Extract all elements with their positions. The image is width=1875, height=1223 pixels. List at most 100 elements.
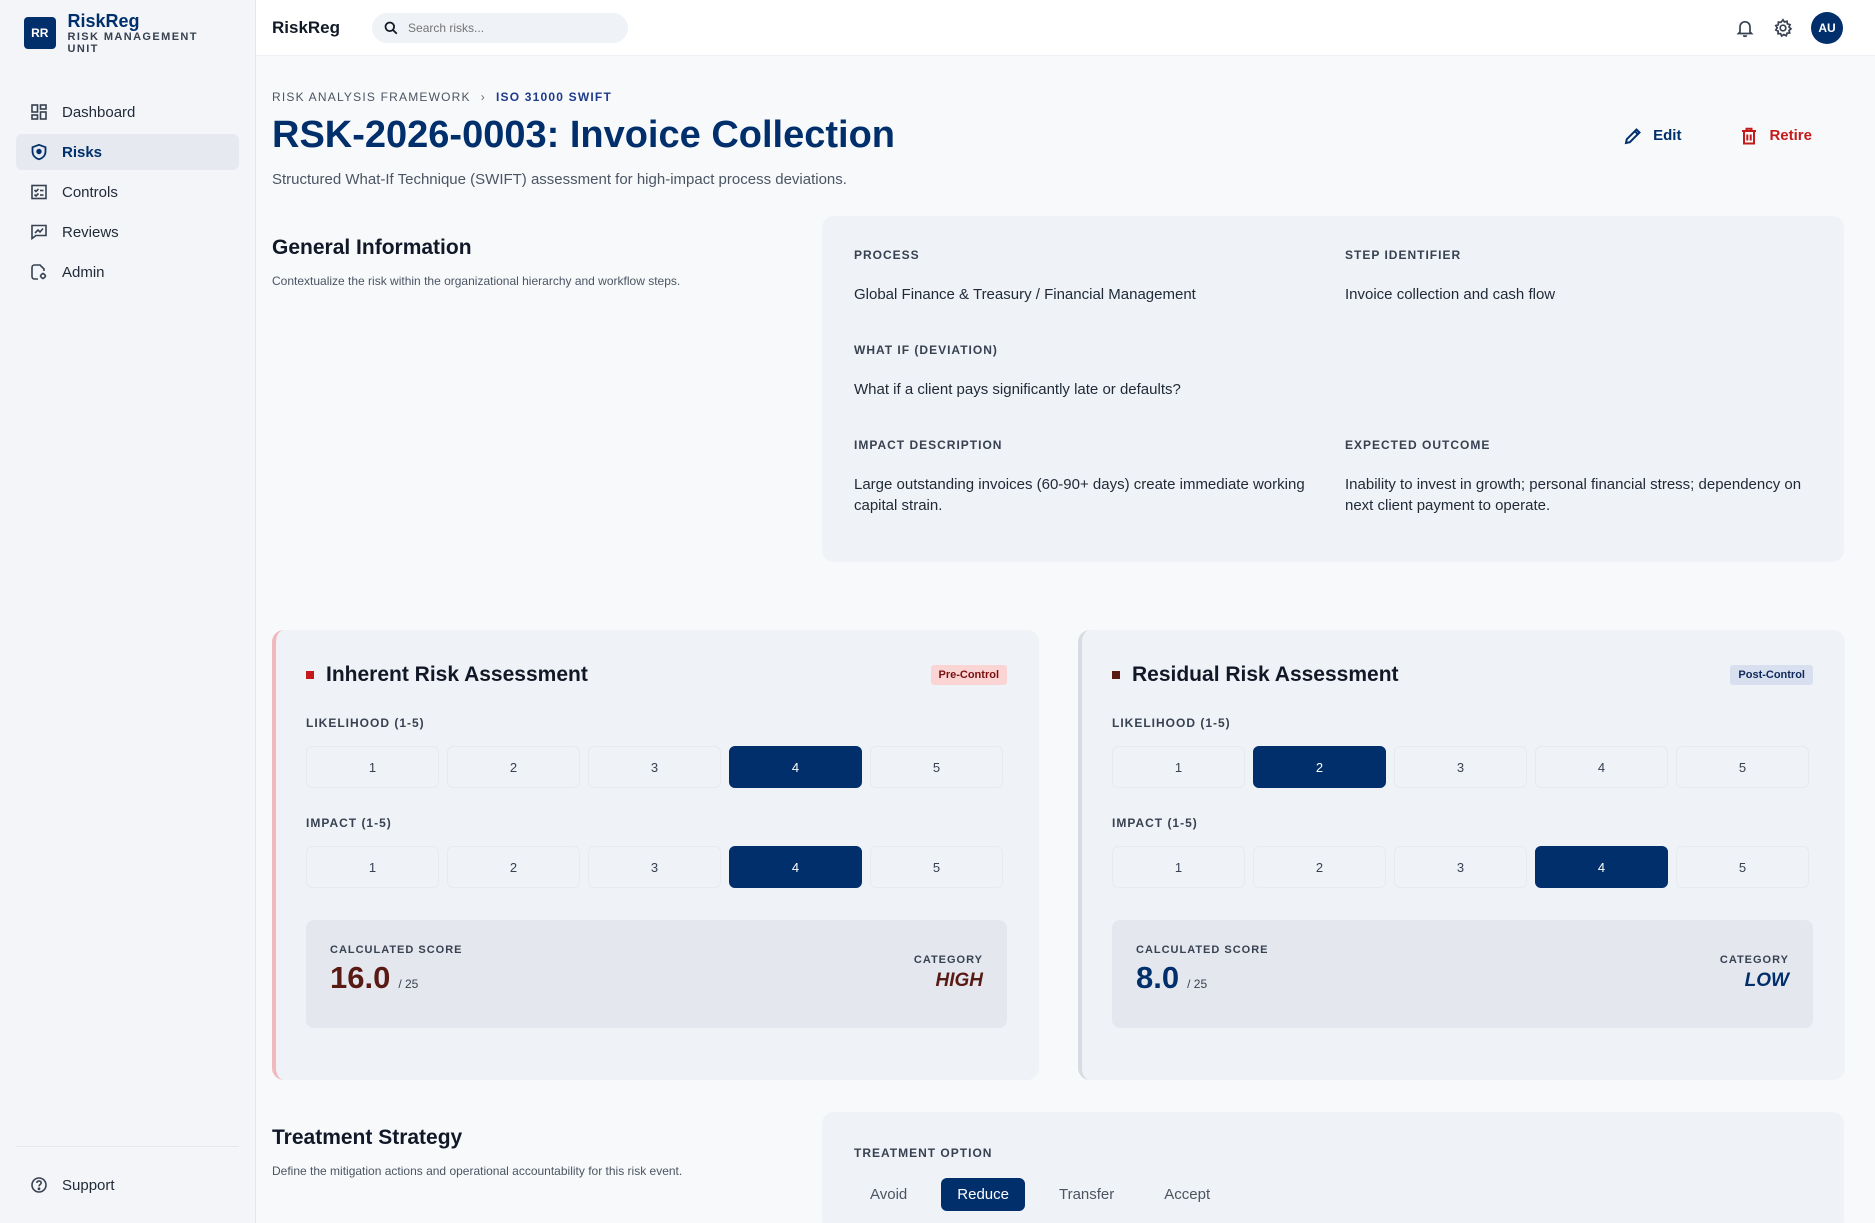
chart-review-icon [31, 224, 47, 241]
expected-outcome-value: Inability to invest in growth; personal … [1345, 476, 1802, 514]
sidebar-item-label: Support [62, 1176, 115, 1194]
shield-icon [31, 143, 47, 161]
treatment-card: TREATMENT OPTION Avoid Reduce Transfer A… [822, 1112, 1844, 1223]
page-description: Structured What-If Technique (SWIFT) ass… [272, 171, 847, 188]
treatment-option-reduce[interactable]: Reduce [941, 1178, 1025, 1211]
likelihood-option-1[interactable]: 1 [1112, 746, 1245, 788]
impact-option-3[interactable]: 3 [1394, 846, 1527, 888]
search-icon [384, 21, 398, 34]
checklist-icon [31, 184, 47, 200]
what-if-label: WHAT IF (DEVIATION) [854, 343, 998, 357]
pre-control-badge: Pre-Control [930, 665, 1007, 685]
likelihood-option-2[interactable]: 2 [1253, 746, 1386, 788]
score-max: / 25 [1187, 977, 1208, 991]
score-label: CALCULATED SCORE [1136, 944, 1269, 956]
treatment-option-transfer[interactable]: Transfer [1043, 1178, 1130, 1211]
avatar[interactable]: AU [1811, 11, 1843, 44]
inherent-score-box: CALCULATED SCORE 16.0 / 25 CATEGORY HIGH [306, 920, 1007, 1028]
residual-score-box: CALCULATED SCORE 8.0 / 25 CATEGORY LOW [1112, 920, 1813, 1028]
process-label: PROCESS [854, 248, 920, 262]
search-input[interactable] [408, 20, 609, 35]
step-identifier-label: STEP IDENTIFIER [1345, 248, 1462, 262]
impact-option-4[interactable]: 4 [1535, 846, 1668, 888]
sidebar-item-label: Reviews [62, 223, 119, 241]
brand-subtitle: RISK MANAGEMENT UNIT [67, 31, 198, 55]
impact-option-1[interactable]: 1 [1112, 846, 1245, 888]
sidebar-item-support[interactable]: Support [16, 1167, 239, 1203]
sidebar-item-admin[interactable]: Admin [16, 254, 239, 290]
status-dot [306, 671, 314, 679]
likelihood-option-5[interactable]: 5 [870, 746, 1003, 788]
page-title: RSK-2026-0003: Invoice Collection [272, 114, 895, 156]
retire-label: Retire [1769, 127, 1812, 144]
impact-option-3[interactable]: 3 [588, 846, 721, 888]
likelihood-option-5[interactable]: 5 [1676, 746, 1809, 788]
likelihood-option-4[interactable]: 4 [1535, 746, 1668, 788]
sidebar-item-dashboard[interactable]: Dashboard [16, 94, 239, 130]
treatment-options: Avoid Reduce Transfer Accept [854, 1178, 1812, 1211]
impact-description-value: Large outstanding invoices (60-90+ days)… [854, 476, 1305, 514]
dashboard-icon [31, 104, 47, 120]
breadcrumb-current: ISO 31000 SWIFT [495, 90, 612, 104]
likelihood-option-4[interactable]: 4 [729, 746, 862, 788]
main-content: RISK ANALYSIS FRAMEWORK › ISO 31000 SWIF… [272, 56, 1845, 1223]
category-label: CATEGORY [913, 954, 983, 966]
treatment-strategy-section: Treatment Strategy Define the mitigation… [272, 1112, 1844, 1223]
brand-logo: RR [24, 17, 56, 49]
impact-option-5[interactable]: 5 [870, 846, 1003, 888]
bell-icon[interactable] [1735, 18, 1755, 38]
residual-category-value: LOW [1744, 970, 1789, 991]
sidebar: RR RiskReg RISK MANAGEMENT UNIT Dashboar… [0, 0, 256, 1223]
category-label: CATEGORY [1719, 954, 1789, 966]
impact-label: IMPACT (1-5) [1112, 816, 1198, 830]
likelihood-option-2[interactable]: 2 [447, 746, 580, 788]
sidebar-item-controls[interactable]: Controls [16, 174, 239, 210]
edit-label: Edit [1653, 127, 1682, 144]
residual-score-value: 8.0 [1136, 960, 1180, 995]
brand[interactable]: RR RiskReg RISK MANAGEMENT UNIT [0, 0, 255, 66]
residual-impact-scale: 1 2 3 4 5 [1112, 846, 1813, 888]
impact-option-1[interactable]: 1 [306, 846, 439, 888]
inherent-risk-card: Inherent Risk Assessment Pre-Control LIK… [272, 630, 1039, 1080]
score-label: CALCULATED SCORE [330, 944, 463, 956]
admin-gear-icon [31, 264, 47, 280]
topbar-title: RiskReg [272, 17, 341, 37]
sidebar-item-reviews[interactable]: Reviews [16, 214, 239, 250]
what-if-value: What if a client pays significantly late… [854, 381, 1181, 398]
general-information-section: General Information Contextualize the ri… [272, 216, 1844, 562]
inherent-score-value: 16.0 [330, 960, 391, 995]
residual-risk-card: Residual Risk Assessment Post-Control LI… [1078, 630, 1845, 1080]
impact-label: IMPACT (1-5) [306, 816, 392, 830]
sidebar-item-risks[interactable]: Risks [16, 134, 239, 170]
help-circle-icon [31, 1177, 47, 1193]
inherent-impact-scale: 1 2 3 4 5 [306, 846, 1007, 888]
edit-button[interactable]: Edit [1609, 120, 1695, 152]
post-control-badge: Post-Control [1730, 665, 1813, 685]
likelihood-option-3[interactable]: 3 [588, 746, 721, 788]
likelihood-label: LIKELIHOOD (1-5) [306, 716, 425, 730]
impact-option-2[interactable]: 2 [1253, 846, 1386, 888]
sidebar-item-label: Risks [62, 143, 103, 161]
retire-button[interactable]: Retire [1725, 120, 1826, 152]
treatment-option-label: TREATMENT OPTION [854, 1146, 993, 1160]
gear-icon[interactable] [1773, 17, 1793, 38]
trash-icon [1742, 127, 1757, 144]
inherent-title: Inherent Risk Assessment [326, 663, 588, 686]
breadcrumb-parent[interactable]: RISK ANALYSIS FRAMEWORK [272, 90, 471, 104]
treatment-option-accept[interactable]: Accept [1148, 1178, 1226, 1211]
impact-option-4[interactable]: 4 [729, 846, 862, 888]
sidebar-footer: Support [16, 1146, 239, 1207]
treatment-option-avoid[interactable]: Avoid [854, 1178, 923, 1211]
impact-option-5[interactable]: 5 [1676, 846, 1809, 888]
search-bar[interactable] [372, 12, 629, 43]
topbar: RiskReg AU [256, 0, 1875, 56]
score-max: / 25 [398, 977, 419, 991]
process-value: Global Finance & Treasury / Financial Ma… [854, 286, 1196, 303]
likelihood-option-3[interactable]: 3 [1394, 746, 1527, 788]
expected-outcome-label: EXPECTED OUTCOME [1345, 438, 1491, 452]
impact-option-2[interactable]: 2 [447, 846, 580, 888]
chevron-right-icon: › [480, 90, 486, 104]
step-identifier-value: Invoice collection and cash flow [1345, 286, 1556, 303]
breadcrumb: RISK ANALYSIS FRAMEWORK › ISO 31000 SWIF… [272, 90, 1844, 104]
likelihood-option-1[interactable]: 1 [306, 746, 439, 788]
